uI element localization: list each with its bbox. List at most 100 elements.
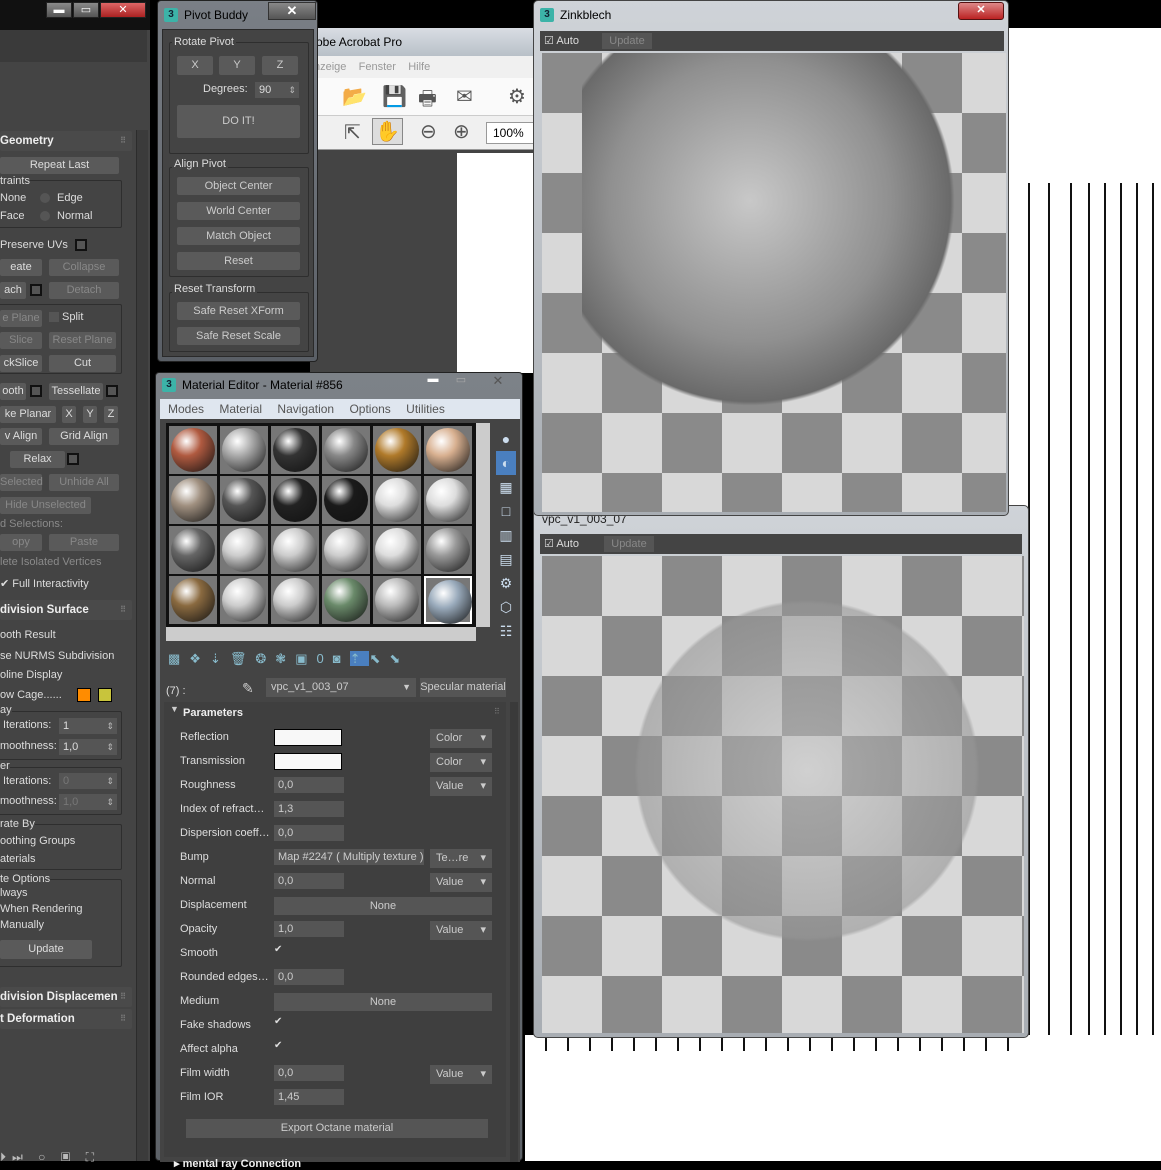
close-button[interactable]: ✕ [958,2,1004,20]
world-center-button[interactable]: World Center [177,202,300,220]
show-cage-checkbox[interactable]: ow Cage...... [0,689,62,701]
sample-slot[interactable] [271,426,319,474]
always-radio[interactable]: lways [0,887,28,899]
minimize-button[interactable]: ▬ [419,373,447,390]
eyedropper-icon[interactable]: ✎ [242,680,254,697]
hide-selected-button[interactable]: Selected [0,474,43,491]
background-icon[interactable]: ▦ [496,475,516,499]
sample-slot[interactable] [424,426,472,474]
menu-hilfe[interactable]: Hilfe [408,61,430,73]
menu-navigation[interactable]: Navigation [277,402,334,416]
sample-slot[interactable] [169,526,217,574]
create-button[interactable]: eate [0,259,42,276]
msmooth-button[interactable]: ooth [0,383,26,400]
update-button[interactable]: Update [602,33,652,49]
delete-isolated-checkbox[interactable]: lete Isolated Vertices [0,556,102,568]
param-type-dropdown[interactable]: Value [430,921,492,940]
menu-options[interactable]: Options [349,402,390,416]
tessellate-settings[interactable] [106,385,118,397]
rollout-soft-deformation[interactable]: t Deformation ⠿ [0,1009,132,1029]
sample-slot[interactable] [373,476,421,524]
degrees-spinner[interactable]: 90 [255,82,299,98]
bump-map-button[interactable]: Map #2247 ( Multiply texture ) [274,849,424,865]
rollout-subdivision-displacement[interactable]: division Displacemen ⠿ [0,987,132,1007]
put-to-library-icon[interactable]: ❃ [275,651,295,666]
sample-slot[interactable] [373,426,421,474]
scrollbar[interactable] [136,130,148,1161]
slots-vertical-scrollbar[interactable] [476,423,490,627]
planar-z-button[interactable]: Z [104,406,118,423]
cage-selection-color-swatch[interactable] [98,688,112,702]
paste-button[interactable]: Paste [49,534,119,551]
manually-radio[interactable]: Manually [0,919,44,931]
param-type-dropdown[interactable]: Color [430,729,492,748]
reset-button[interactable]: Reset [177,252,300,270]
grid-align-button[interactable]: Grid Align [49,428,119,445]
slice-button[interactable]: Slice [0,332,42,349]
smooth-result-checkbox[interactable]: ooth Result [0,629,56,641]
preserve-uvs-settings[interactable] [75,239,87,251]
sample-type-icon[interactable]: ● [496,427,516,451]
slots-horizontal-scrollbar[interactable] [166,627,476,641]
param-type-dropdown[interactable]: Value [430,1065,492,1084]
sample-slot[interactable] [424,526,472,574]
param-spinner[interactable]: 0,0 [274,825,344,841]
get-material-icon[interactable]: ▩ [168,651,189,666]
make-planar-button[interactable]: ke Planar [0,406,56,423]
sample-slot[interactable] [322,476,370,524]
close-button[interactable]: ✕ [100,2,146,18]
param-spinner[interactable]: 0,0 [274,969,344,985]
sample-slot[interactable] [322,526,370,574]
match-object-button[interactable]: Match Object [177,227,300,245]
select-tool-icon[interactable]: ⇱ [344,120,361,145]
menu-anzeige[interactable]: nzeige [314,61,346,73]
rotate-y-button[interactable]: Y [219,56,255,75]
constraint-none[interactable]: None [0,192,26,204]
use-nurms-checkbox[interactable]: se NURMS Subdivision [0,650,114,662]
sample-slot[interactable] [271,576,319,624]
constraint-edge[interactable]: Edge [57,192,83,204]
hand-tool-icon[interactable]: ✋ [372,118,403,145]
select-by-material-icon[interactable]: ⬡ [496,595,516,619]
backlight-icon[interactable]: ◐ [496,451,516,475]
gear-icon[interactable]: ⚙ [508,84,526,109]
make-unique-icon[interactable]: ❂ [255,651,275,666]
zoom-field[interactable]: 100% [486,122,535,144]
rotate-x-button[interactable]: X [177,56,213,75]
param-spinner[interactable]: 1,45 [274,1089,344,1105]
sample-slot[interactable] [373,576,421,624]
update-button[interactable]: Update [604,536,654,552]
cage-color-swatch[interactable] [77,688,91,702]
safe-reset-xform-button[interactable]: Safe Reset XForm [177,302,300,320]
param-checkbox[interactable]: ✔ [274,1017,284,1027]
param-checkbox[interactable]: ✔ [274,945,284,955]
map-slot-button[interactable]: None [274,993,492,1011]
close-button[interactable]: ✕ [476,373,520,390]
auto-checkbox[interactable]: ☑ Auto [544,34,579,47]
msmooth-settings[interactable] [30,385,42,397]
sample-slot[interactable] [424,476,472,524]
isoline-display-checkbox[interactable]: oline Display [0,669,62,681]
param-type-dropdown[interactable]: Value [430,873,492,892]
param-spinner[interactable]: 1,3 [274,801,344,817]
export-octane-button[interactable]: Export Octane material [186,1119,488,1138]
maximize-button[interactable]: ▭ [73,2,99,18]
sample-slot[interactable] [373,526,421,574]
show-end-result-icon[interactable]: ⇡ [349,651,370,666]
split-checkbox[interactable] [49,312,59,322]
collapse-triangle-icon[interactable]: ▼ [170,704,179,714]
sample-slot[interactable] [271,476,319,524]
materials-checkbox[interactable]: aterials [0,853,35,865]
param-spinner[interactable]: 1,0 [274,921,344,937]
copy-button[interactable]: opy [0,534,42,551]
auto-checkbox[interactable]: ☑ Auto [544,537,579,550]
render-smoothness-spinner[interactable]: 1,0 [59,794,117,810]
sample-slot[interactable] [322,576,370,624]
put-to-scene-icon[interactable]: ❖ [189,651,210,666]
constraint-normal[interactable]: Normal [57,210,92,222]
sample-slot[interactable] [169,476,217,524]
sample-slot[interactable] [220,526,268,574]
when-rendering-radio[interactable]: When Rendering [0,903,83,915]
zoom-out-icon[interactable]: ⊖ [420,119,437,144]
material-id-icon[interactable]: 0 [316,651,332,666]
